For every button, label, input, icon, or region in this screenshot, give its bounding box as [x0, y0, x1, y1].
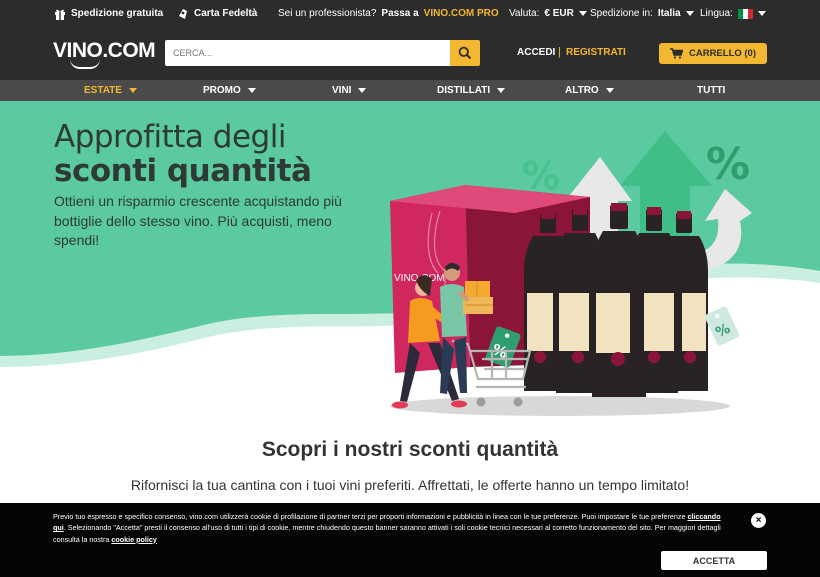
login-link[interactable]: ACCEDI: [517, 47, 555, 58]
shipping-country-selector[interactable]: Spedizione in: Italia: [590, 0, 694, 27]
nav-item-tutti[interactable]: TUTTI: [697, 80, 725, 101]
main-header: VINO.COM ACCEDI | REGISTRATI CARRELLO (0…: [0, 27, 820, 80]
hero-banner[interactable]: % % VINO.COM: [0, 101, 820, 421]
hero-title-line2: sconti quantità: [54, 153, 312, 189]
chevron-down-icon: [247, 88, 256, 93]
cart-button[interactable]: CARRELLO (0): [659, 43, 767, 64]
currency-value: € EUR: [544, 8, 574, 19]
hero-title-line1: Approfitta degli: [54, 119, 286, 155]
cookie-banner: Previo tuo espresso e specifico consenso…: [0, 503, 820, 577]
pro-prompt: Sei un professionista?: [278, 8, 377, 19]
cookie-text: Previo tuo espresso e specifico consenso…: [53, 511, 733, 545]
nav-item-estate[interactable]: ESTATE: [84, 80, 137, 101]
italy-flag-icon: [737, 8, 753, 19]
shipping-country-value: Italia: [657, 8, 681, 19]
language-selector[interactable]: Lingua:: [700, 0, 766, 27]
nav-item-label: ALTRO: [565, 85, 599, 96]
chevron-down-icon: [757, 11, 766, 16]
hero-subtitle: Ottieni un risparmio crescente acquistan…: [54, 193, 342, 248]
nav-item-label: DISTILLATI: [437, 85, 491, 96]
nav-item-label: VINI: [332, 85, 352, 96]
cookie-close-button[interactable]: ×: [751, 513, 766, 528]
shipping-country-label: Spedizione in:: [590, 8, 653, 19]
free-shipping-link[interactable]: Spedizione gratuita: [54, 0, 163, 27]
chevron-down-icon: [605, 88, 614, 93]
chevron-down-icon: [685, 11, 694, 16]
search-input[interactable]: [165, 40, 450, 66]
chevron-down-icon: [128, 88, 137, 93]
language-label: Lingua:: [700, 8, 733, 19]
cart-label: CARRELLO (0): [688, 48, 757, 59]
currency-selector[interactable]: Valuta: € EUR: [509, 0, 587, 27]
site-logo[interactable]: VINO.COM: [53, 39, 156, 63]
nav-item-label: PROMO: [203, 85, 241, 96]
chevron-down-icon: [497, 88, 506, 93]
nav-item-label: ESTATE: [84, 85, 122, 96]
register-link[interactable]: REGISTRATI: [566, 47, 626, 58]
nav-item-label: TUTTI: [697, 85, 726, 96]
pro-link-brand[interactable]: VINO.COM PRO: [424, 8, 499, 19]
login-register-separator: |: [558, 46, 561, 58]
loyalty-card-label: Carta Fedeltà: [194, 8, 258, 19]
pro-promo: Sei un professionista? Passa a VINO.COM …: [278, 0, 499, 27]
chevron-down-icon: [358, 88, 367, 93]
cookie-policy-link[interactable]: cookie policy: [111, 535, 157, 544]
pro-link-prefix[interactable]: Passa a: [381, 8, 418, 19]
loyalty-card-link[interactable]: Carta Fedeltà: [177, 0, 257, 27]
close-icon: ×: [755, 515, 762, 526]
nav-item-distillati[interactable]: DISTILLATI: [437, 80, 506, 101]
nav-item-altro[interactable]: ALTRO: [565, 80, 614, 101]
logo-smile-mark: [70, 59, 100, 69]
top-bar: Spedizione gratuita Carta Fedeltà Sei un…: [0, 0, 820, 27]
main-nav: ESTATE PROMO VINI DISTILLATI ALTRO TUTTI: [0, 80, 820, 101]
accept-cookies-button[interactable]: ACCETTA: [661, 551, 767, 570]
percent-icon: %: [706, 139, 750, 190]
free-shipping-label: Spedizione gratuita: [71, 8, 164, 19]
section-subtitle: Rifornisci la tua cantina con i tuoi vin…: [130, 477, 690, 493]
nav-item-promo[interactable]: PROMO: [203, 80, 256, 101]
cookie-text-part1: Previo tuo espresso e specifico consenso…: [53, 512, 688, 521]
gift-icon: [55, 9, 65, 20]
search-button[interactable]: [450, 40, 480, 66]
currency-label: Valuta:: [509, 8, 540, 19]
loyalty-card-icon: [179, 8, 187, 19]
chevron-down-icon: [578, 11, 587, 16]
section-title: Scopri i nostri sconti quantità: [261, 438, 559, 461]
nav-item-vini[interactable]: VINI: [332, 80, 367, 101]
cart-icon: [669, 48, 683, 59]
search-icon: [458, 46, 472, 60]
